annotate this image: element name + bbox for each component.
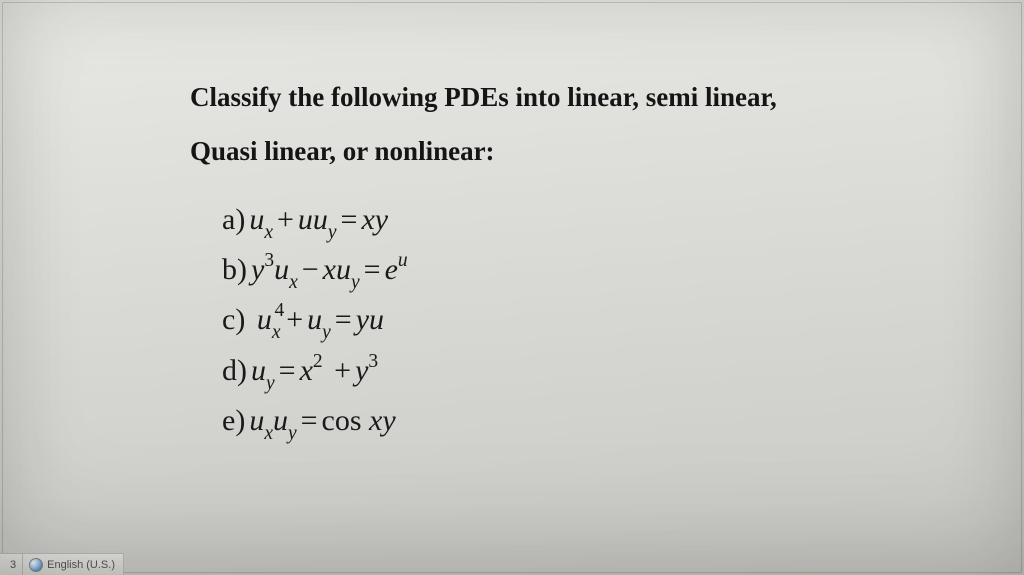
equation-a: a)ux+uuy=xy bbox=[222, 196, 964, 246]
globe-icon[interactable] bbox=[29, 558, 43, 572]
equation-label-a: a) bbox=[222, 203, 245, 236]
equation-label-c: c) bbox=[222, 303, 245, 336]
page-number[interactable]: 3 bbox=[4, 554, 23, 575]
heading-line-1: Classify the following PDEs into linear,… bbox=[190, 70, 964, 124]
equation-e: e)uxuy=cos xy bbox=[222, 397, 964, 447]
equations-list: a)ux+uuy=xy b)y3ux−xuy=eu c) ux4+uy=yu d… bbox=[190, 186, 964, 447]
document-content: Classify the following PDEs into linear,… bbox=[190, 70, 964, 447]
language-indicator[interactable]: English (U.S.) bbox=[47, 554, 124, 575]
equation-label-b: b) bbox=[222, 253, 247, 286]
equation-label-e: e) bbox=[222, 404, 245, 437]
question-heading: Classify the following PDEs into linear,… bbox=[190, 70, 964, 178]
equation-c: c) ux4+uy=yu bbox=[222, 296, 964, 346]
status-bar: 3 English (U.S.) bbox=[0, 553, 124, 575]
equation-label-d: d) bbox=[222, 354, 247, 387]
equation-b: b)y3ux−xuy=eu bbox=[222, 246, 964, 296]
equation-d: d)uy=x2 +y3 bbox=[222, 347, 964, 397]
heading-line-2: Quasi linear, or nonlinear: bbox=[190, 124, 964, 178]
